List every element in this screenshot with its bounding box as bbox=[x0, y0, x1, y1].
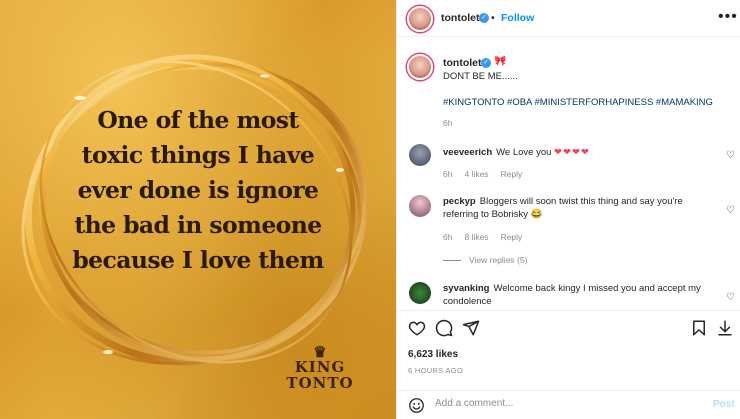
crown-icon: ♛ bbox=[313, 343, 327, 361]
caption-text: DONT BE ME...... bbox=[443, 71, 518, 82]
comment-veeveerich: veeveerich We Love you ❤❤❤❤ bbox=[443, 146, 703, 159]
caption-hashtags[interactable]: #KINGTONTO #OBA #MINISTERFORHAPINESS #MA… bbox=[443, 97, 713, 108]
quote-line: because I love them bbox=[72, 246, 324, 274]
comment-avatar[interactable] bbox=[409, 195, 431, 217]
comment-username[interactable]: veeveerich bbox=[443, 147, 492, 158]
more-options-icon[interactable]: ••• bbox=[718, 8, 738, 26]
avatar[interactable] bbox=[407, 6, 433, 32]
likes-count[interactable]: 6,623 likes bbox=[408, 349, 458, 360]
quote-line: toxic things I have bbox=[81, 141, 315, 169]
comment-meta: 6h 4 likes Reply bbox=[443, 169, 534, 179]
post-image[interactable]: One of the most toxic things I have ever… bbox=[0, 0, 396, 419]
quote-line: One of the most bbox=[97, 106, 299, 134]
reply-button[interactable]: Reply bbox=[501, 169, 523, 179]
download-icon[interactable] bbox=[716, 319, 734, 337]
like-comment-icon[interactable]: ♡ bbox=[726, 205, 735, 216]
comment-avatar[interactable] bbox=[409, 282, 431, 304]
post-time-ago[interactable]: 6 HOURS AGO bbox=[408, 366, 463, 375]
bow-emoji: 🎀 bbox=[494, 56, 507, 67]
header-username[interactable]: tontolet bbox=[441, 12, 480, 24]
king-tonto-logo: ♛ KING TONTO bbox=[284, 343, 356, 392]
quote-line: the bad in someone bbox=[74, 211, 322, 239]
caption-avatar[interactable] bbox=[407, 54, 433, 80]
save-bookmark-icon[interactable] bbox=[690, 319, 708, 337]
comment-username[interactable]: peckyp bbox=[443, 196, 476, 207]
comment-input[interactable] bbox=[435, 398, 685, 409]
brand-line-2: TONTO bbox=[286, 374, 354, 392]
comment-text: Bloggers will soon twist this thing and … bbox=[443, 196, 683, 220]
comment-peckyp: peckyp Bloggers will soon twist this thin… bbox=[443, 195, 703, 221]
comment-meta: 6h 8 likes Reply bbox=[443, 232, 534, 242]
post-comment-button[interactable]: Post bbox=[713, 399, 735, 410]
add-comment-bar: Post bbox=[397, 390, 740, 419]
divider bbox=[443, 260, 461, 262]
like-comment-icon[interactable]: ♡ bbox=[726, 292, 735, 303]
comment-avatar[interactable] bbox=[409, 144, 431, 166]
verified-badge-icon: ✓ bbox=[479, 13, 489, 23]
share-send-icon[interactable] bbox=[462, 319, 480, 337]
post-side-panel: tontolet ✓ • Follow ••• tontolet ✓ 🎀 DON… bbox=[396, 0, 740, 419]
hearts-emoji: ❤❤❤❤ bbox=[554, 147, 590, 158]
separator-dot: • bbox=[491, 12, 495, 24]
quote-line: ever done is ignore bbox=[77, 176, 319, 204]
follow-button[interactable]: Follow bbox=[501, 12, 534, 24]
view-replies-button[interactable]: View replies (5) bbox=[443, 255, 527, 265]
comment-time[interactable]: 6h bbox=[443, 169, 452, 179]
post-header: tontolet ✓ • Follow ••• bbox=[397, 0, 740, 37]
brand-line-1: KING bbox=[294, 358, 346, 376]
reply-button[interactable]: Reply bbox=[501, 232, 523, 242]
like-comment-icon[interactable]: ♡ bbox=[726, 150, 735, 161]
comment-bubble-icon[interactable] bbox=[435, 319, 453, 337]
verified-badge-icon: ✓ bbox=[481, 58, 491, 68]
caption-time[interactable]: 6h bbox=[443, 118, 452, 128]
caption-username[interactable]: tontolet bbox=[443, 57, 482, 69]
comment-likes[interactable]: 8 likes bbox=[464, 232, 488, 242]
view-replies-label[interactable]: View replies (5) bbox=[469, 255, 527, 265]
action-bar bbox=[397, 310, 740, 346]
emoji-smiley-icon[interactable] bbox=[408, 397, 425, 414]
comment-likes[interactable]: 4 likes bbox=[464, 169, 488, 179]
comment-time[interactable]: 6h bbox=[443, 232, 452, 242]
quote-text: One of the most toxic things I have ever… bbox=[60, 103, 336, 278]
comment-text: We Love you bbox=[496, 147, 552, 158]
comment-syvanking: syvanking Welcome back kingy I missed you… bbox=[443, 282, 703, 308]
like-heart-icon[interactable] bbox=[408, 319, 426, 337]
comment-username[interactable]: syvanking bbox=[443, 283, 489, 294]
